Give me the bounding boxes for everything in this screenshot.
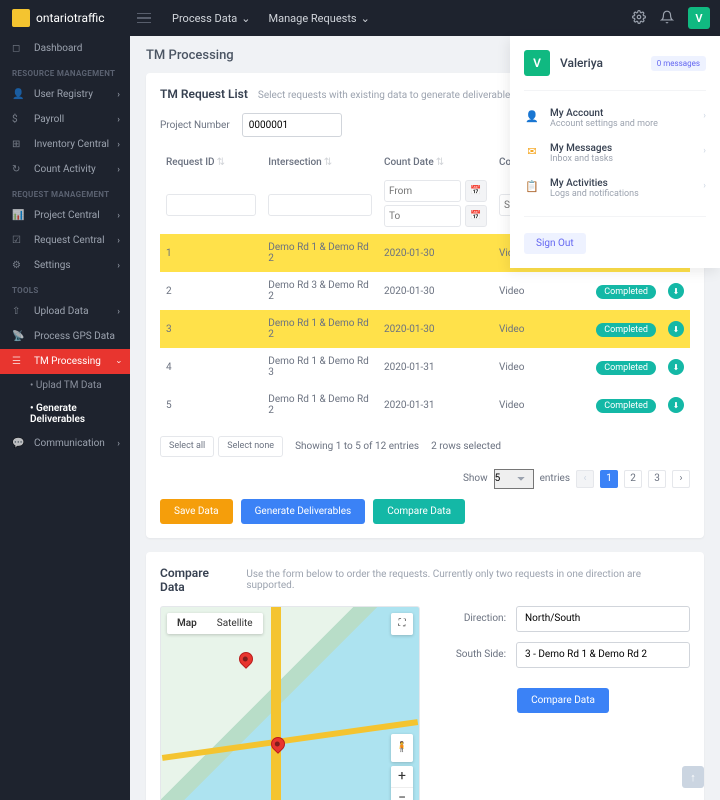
compare-data-button[interactable]: Compare Data (517, 688, 609, 713)
south-side-label: South Side: (436, 649, 506, 660)
zoom-in-icon: + (391, 766, 413, 788)
bell-icon[interactable] (660, 10, 674, 27)
nav-request-central[interactable]: ☑Request Central› (0, 228, 130, 253)
col-intersection[interactable]: Intersection⇅ (262, 149, 378, 176)
chevron-right-icon: › (703, 111, 706, 121)
chevron-right-icon: › (703, 181, 706, 191)
brand-logo[interactable]: ontariotraffic (0, 0, 130, 36)
panel-item[interactable]: ✉My MessagesInbox and tasks› (524, 136, 706, 171)
card-subtitle: Select requests with existing data to ge… (258, 90, 516, 101)
user-panel: V Valeriya 0 messages 👤My AccountAccount… (510, 36, 720, 268)
page-next[interactable]: › (672, 470, 690, 488)
table-row[interactable]: 4Demo Rd 1 & Demo Rd 32020-01-31VideoCom… (160, 348, 690, 386)
status-badge: Completed (596, 399, 656, 413)
save-data-button[interactable]: Save Data (160, 499, 233, 524)
south-side-select[interactable]: 3 - Demo Rd 1 & Demo Rd 2 (516, 642, 690, 668)
nav-inventory[interactable]: ⊞Inventory Central› (0, 132, 130, 157)
panel-item[interactable]: 📋My ActivitiesLogs and notifications› (524, 171, 706, 206)
table-row[interactable]: 3Demo Rd 1 & Demo Rd 22020-01-30VideoCom… (160, 310, 690, 348)
nav-project-central[interactable]: 📊Project Central› (0, 203, 130, 228)
page-size[interactable]: 5 (494, 469, 534, 489)
page-prev[interactable]: ‹ (576, 470, 594, 488)
card-title: TM Request List (160, 87, 248, 101)
map-pin-icon (236, 649, 256, 669)
panel-username: Valeriya (560, 56, 603, 70)
nav-payroll[interactable]: $Payroll› (0, 107, 130, 132)
nav-sub-upload-tm[interactable]: • Uplad TM Data (0, 374, 130, 397)
zoom-controls[interactable]: +− (391, 766, 413, 800)
panel-item-icon: 📋 (524, 178, 540, 194)
panel-item[interactable]: 👤My AccountAccount settings and more› (524, 101, 706, 136)
panel-avatar: V (524, 50, 550, 76)
page-1[interactable]: 1 (600, 470, 618, 488)
filter-intersection[interactable] (268, 194, 372, 216)
pegman-icon[interactable]: 🧍 (391, 734, 413, 762)
nav-dashboard[interactable]: ◻Dashboard (0, 36, 130, 61)
calendar-icon[interactable]: 📅 (465, 180, 487, 202)
nav-communication[interactable]: 💬Communication› (0, 431, 130, 456)
fullscreen-icon[interactable]: ⛶ (391, 613, 413, 635)
scroll-top-button[interactable]: ↑ (682, 766, 704, 788)
select-all-button[interactable]: Select all (160, 436, 214, 457)
showing-info: Showing 1 to 5 of 12 entries (295, 441, 419, 452)
zoom-out-icon: − (391, 788, 413, 800)
avatar[interactable]: V (688, 7, 710, 29)
table-row[interactable]: 2Demo Rd 3 & Demo Rd 22020-01-30VideoCom… (160, 272, 690, 310)
map-type-tabs[interactable]: MapSatellite (167, 613, 263, 634)
chevron-down-icon: ⌄ (361, 12, 370, 25)
hamburger-icon[interactable] (130, 0, 158, 36)
direction-label: Direction: (436, 613, 506, 624)
card-title: Compare Data (160, 566, 236, 594)
gear-icon[interactable] (632, 10, 646, 27)
brand-icon (12, 9, 30, 27)
nav-process-gps[interactable]: 📡Process GPS Data (0, 324, 130, 349)
brand-text: ontariotraffic (36, 11, 105, 25)
col-request-id[interactable]: Request ID⇅ (160, 149, 262, 176)
status-badge: Completed (596, 361, 656, 375)
col-count-date[interactable]: Count Date⇅ (378, 149, 493, 176)
project-label: Project Number (160, 120, 230, 131)
nav-section: REQUEST MANAGEMENT (0, 182, 130, 203)
topmenu-process-data[interactable]: Process Data⌄ (172, 12, 251, 25)
map[interactable]: MapSatellite ⛶ 🧍 +− Google Map data ©202… (160, 606, 420, 800)
filter-id[interactable] (166, 194, 256, 216)
row-action-icon[interactable]: ⬇ (668, 359, 684, 375)
page-2[interactable]: 2 (624, 470, 642, 488)
nav-sub-generate[interactable]: • Generate Deliverables (0, 397, 130, 431)
status-badge: Completed (596, 285, 656, 299)
row-action-icon[interactable]: ⬇ (668, 321, 684, 337)
nav-section: RESOURCE MANAGEMENT (0, 61, 130, 82)
compare-card: Compare Data Use the form below to order… (146, 552, 704, 800)
sidebar: ◻Dashboard RESOURCE MANAGEMENT 👤User Reg… (0, 36, 130, 800)
chevron-down-icon: ⌄ (241, 12, 250, 25)
nav-user-registry[interactable]: 👤User Registry› (0, 82, 130, 107)
nav-upload-data[interactable]: ⇧Upload Data› (0, 299, 130, 324)
messages-badge[interactable]: 0 messages (651, 56, 706, 71)
row-action-icon[interactable]: ⬇ (668, 397, 684, 413)
filter-from[interactable] (384, 180, 461, 202)
nav-tm-processing[interactable]: ☰TM Processing› (0, 349, 130, 374)
compare-button[interactable]: Compare Data (373, 499, 465, 524)
page-3[interactable]: 3 (648, 470, 666, 488)
nav-count-activity[interactable]: ↻Count Activity› (0, 157, 130, 182)
nav-settings[interactable]: ⚙Settings› (0, 253, 130, 278)
panel-item-icon: ✉ (524, 143, 540, 159)
topmenu-manage-requests[interactable]: Manage Requests⌄ (269, 12, 370, 25)
generate-button[interactable]: Generate Deliverables (241, 499, 366, 524)
sign-out-button[interactable]: Sign Out (524, 233, 586, 254)
nav-section: TOOLS (0, 278, 130, 299)
chevron-right-icon: › (703, 146, 706, 156)
rows-selected: 2 rows selected (431, 441, 501, 452)
project-input[interactable] (242, 113, 342, 137)
status-badge: Completed (596, 323, 656, 337)
panel-item-icon: 👤 (524, 108, 540, 124)
calendar-icon[interactable]: 📅 (465, 205, 487, 227)
table-row[interactable]: 5Demo Rd 1 & Demo Rd 22020-01-31VideoCom… (160, 386, 690, 424)
select-none-button[interactable]: Select none (218, 436, 283, 457)
card-subtitle: Use the form below to order the requests… (246, 569, 690, 591)
direction-select[interactable]: North/South (516, 606, 690, 632)
row-action-icon[interactable]: ⬇ (668, 283, 684, 299)
filter-to[interactable] (384, 205, 461, 227)
